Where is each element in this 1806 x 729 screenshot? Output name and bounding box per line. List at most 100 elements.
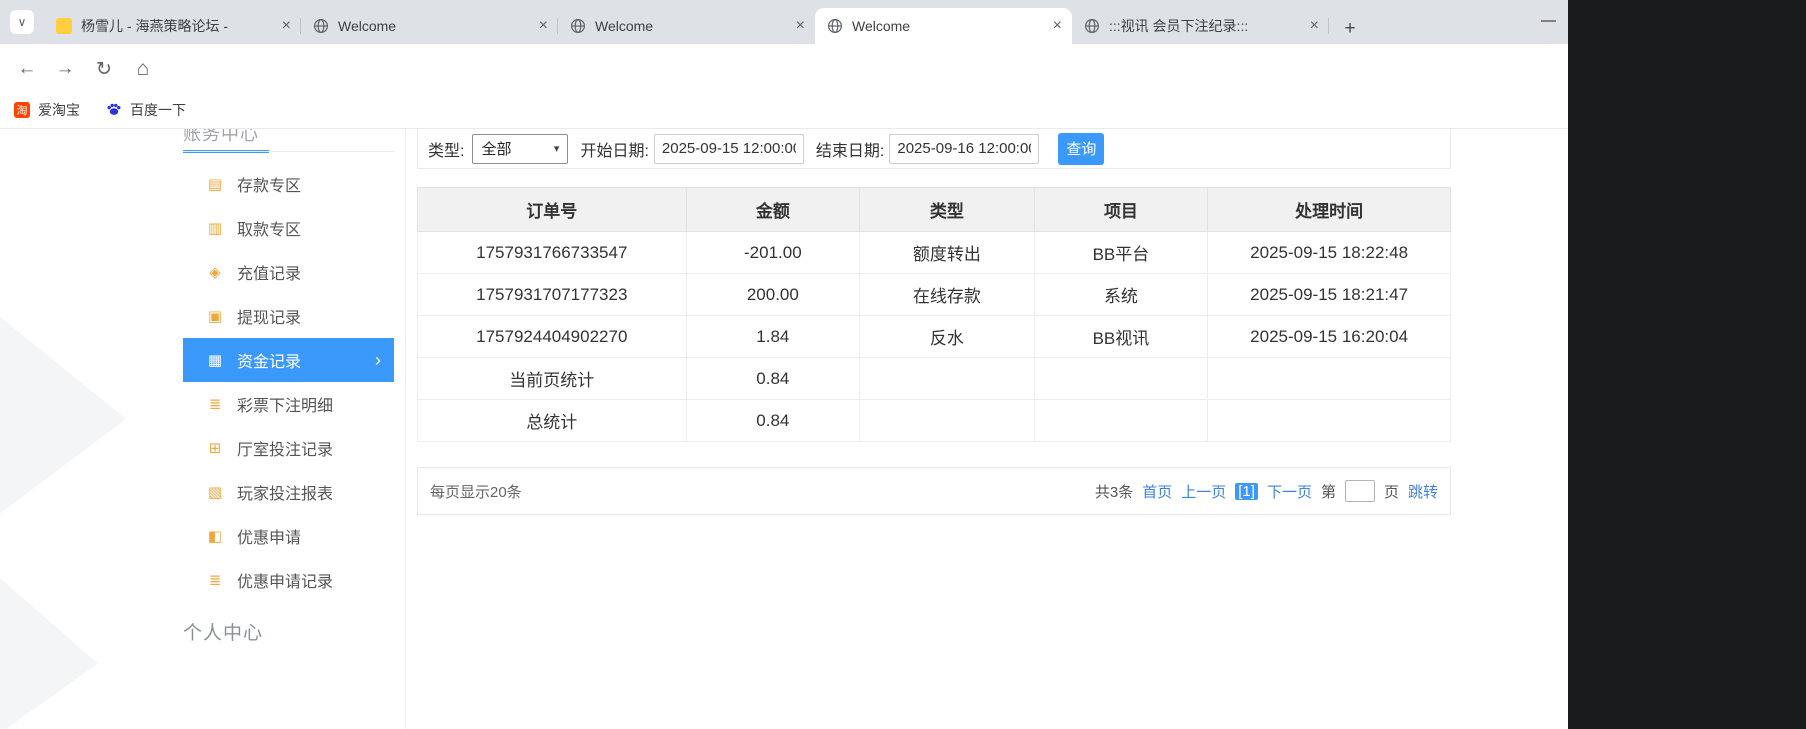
type-select[interactable]: 全部 ▾ xyxy=(472,133,569,164)
close-icon[interactable]: × xyxy=(539,17,548,35)
close-icon[interactable]: × xyxy=(1053,17,1062,35)
close-icon[interactable]: × xyxy=(796,17,805,35)
tab-betting-records[interactable]: :::视讯 会员下注纪录::: × xyxy=(1072,8,1329,44)
tab-forum[interactable]: 杨雪儿 - 海燕策略论坛 - × xyxy=(44,8,301,44)
sidebar-divider xyxy=(405,129,406,729)
page-jump-suffix: 页 xyxy=(1383,483,1399,501)
cell-item: 系统 xyxy=(1033,273,1209,316)
bookmarks-bar: 淘 爱淘宝 百度一下 xyxy=(0,92,1568,129)
start-date-label: 开始日期: xyxy=(580,142,649,160)
prev-page-link[interactable]: 上一页 xyxy=(1181,481,1226,502)
withdraw-icon: ▥ xyxy=(207,220,223,237)
sidebar-item-player-bet-report[interactable]: ▧ 玩家投注报表 xyxy=(183,470,394,514)
cell-type: 在线存款 xyxy=(859,273,1035,316)
cell-type: 反水 xyxy=(859,315,1035,358)
cell-type: 额度转出 xyxy=(859,231,1035,274)
forum-favicon-icon xyxy=(56,18,72,34)
pagination-controls: 共3条 首页 上一页 [1] 下一页 第 页 跳转 xyxy=(1095,480,1438,502)
tab-welcome-2[interactable]: Welcome × xyxy=(558,8,815,44)
caret-down-icon: ▾ xyxy=(553,143,560,155)
bookmark-taobao[interactable]: 淘 爱淘宝 xyxy=(14,100,80,120)
taobao-favicon-icon: 淘 xyxy=(14,102,30,118)
cell-order-id: 1757924404902270 xyxy=(417,315,687,358)
cell-label: 当前页统计 xyxy=(417,357,687,400)
sidebar-item-promo-apply-records[interactable]: ≣ 优惠申请记录 xyxy=(183,558,394,602)
tab-title: Welcome xyxy=(852,18,911,34)
col-header-time: 处理时间 xyxy=(1207,187,1451,232)
col-header-type: 类型 xyxy=(859,187,1035,232)
globe-icon xyxy=(827,18,843,34)
sidebar-item-cashout-records[interactable]: ▣ 提现记录 xyxy=(183,294,394,338)
tab-search-button[interactable]: ∨ xyxy=(10,10,34,34)
sidebar-item-label: 取款专区 xyxy=(237,222,302,239)
reload-button[interactable]: ↻ xyxy=(91,56,117,82)
query-button[interactable]: 查询 xyxy=(1058,132,1105,165)
next-page-link[interactable]: 下一页 xyxy=(1267,481,1312,502)
start-date-input[interactable] xyxy=(653,133,804,164)
tab-title: Welcome xyxy=(338,18,397,34)
section-title-text: 账务中心 xyxy=(183,129,259,144)
tab-list: 杨雪儿 - 海燕策略论坛 - × Welcome × Welcome × Wel… xyxy=(44,8,1365,44)
cell-empty xyxy=(1207,357,1451,400)
room-grid-icon: ⊞ xyxy=(208,440,222,457)
main-content: 类型: 全部 ▾ 开始日期: 结束日期: 查询 订单号 金额 类型 项目 xyxy=(417,129,1451,515)
col-header-order-id: 订单号 xyxy=(417,187,687,232)
chevron-right-icon: › xyxy=(375,349,381,370)
cell-amount: 0.84 xyxy=(685,357,861,400)
bookmark-baidu[interactable]: 百度一下 xyxy=(106,100,186,120)
sidebar-section-profile-title[interactable]: 个人中心 xyxy=(183,618,394,645)
sidebar-item-recharge-records[interactable]: ◈ 充值记录 xyxy=(183,250,394,294)
sidebar-item-lottery-bet-details[interactable]: ≣ 彩票下注明细 xyxy=(183,382,394,426)
table-header-row: 订单号 金额 类型 项目 处理时间 xyxy=(417,187,1451,232)
recharge-icon: ◈ xyxy=(209,264,221,281)
new-tab-button[interactable]: + xyxy=(1335,14,1365,44)
page-number-input[interactable] xyxy=(1344,480,1375,502)
cell-empty xyxy=(1207,399,1451,442)
end-date-input[interactable] xyxy=(889,133,1040,164)
sidebar-item-deposit-zone[interactable]: ▤ 存款专区 xyxy=(183,162,394,206)
cell-order-id: 1757931766733547 xyxy=(417,231,687,274)
bookmark-label: 百度一下 xyxy=(130,102,186,118)
forward-button[interactable]: → xyxy=(52,56,78,82)
current-page-indicator: [1] xyxy=(1235,482,1258,500)
sidebar-item-label: 提现记录 xyxy=(237,310,302,327)
close-icon[interactable]: × xyxy=(1310,17,1319,35)
promo-list-icon: ≣ xyxy=(208,572,222,589)
cell-empty xyxy=(1033,399,1209,442)
minimize-button[interactable]: — xyxy=(1541,12,1556,29)
sidebar-item-funds-records[interactable]: ▦ 资金记录 › xyxy=(183,338,394,382)
tab-title: Welcome xyxy=(595,18,654,34)
bookmark-label: 爱淘宝 xyxy=(38,102,80,118)
sidebar: 账务中心 ▤ 存款专区 ▥ 取款专区 ◈ 充值记录 ▣ 提现记录 ▦ 资金记录 … xyxy=(183,129,394,645)
filter-bar: 类型: 全部 ▾ 开始日期: 结束日期: 查询 xyxy=(417,129,1451,169)
home-button[interactable]: ⌂ xyxy=(130,56,156,82)
web-page: 账务中心 ▤ 存款专区 ▥ 取款专区 ◈ 充值记录 ▣ 提现记录 ▦ 资金记录 … xyxy=(0,129,1568,729)
back-button[interactable]: ← xyxy=(14,56,40,82)
deposit-icon: ▤ xyxy=(207,176,223,193)
table-row: 1757931707177323 200.00 在线存款 系统 2025-09-… xyxy=(417,273,1451,316)
first-page-link[interactable]: 首页 xyxy=(1142,481,1172,502)
table-row-grand-total: 总统计 0.84 xyxy=(417,399,1451,442)
cell-amount: -201.00 xyxy=(685,231,861,274)
tab-title: :::视讯 会员下注纪录::: xyxy=(1109,18,1249,34)
sidebar-item-room-bet-records[interactable]: ⊞ 厅室投注记录 xyxy=(183,426,394,470)
sidebar-item-promo-apply[interactable]: ◧ 优惠申请 xyxy=(183,514,394,558)
col-header-item: 项目 xyxy=(1033,187,1209,232)
close-icon[interactable]: × xyxy=(282,17,291,35)
promo-icon: ◧ xyxy=(207,528,223,545)
decor-triangle xyxy=(0,559,98,729)
cell-empty xyxy=(859,399,1035,442)
sidebar-item-label: 彩票下注明细 xyxy=(237,398,334,415)
cashout-icon: ▣ xyxy=(207,308,223,325)
tab-welcome-active[interactable]: Welcome × xyxy=(815,8,1072,44)
sidebar-item-withdraw-zone[interactable]: ▥ 取款专区 xyxy=(183,206,394,250)
cell-empty xyxy=(859,357,1035,400)
browser-window: ∨ 杨雪儿 - 海燕策略论坛 - × Welcome × Welcome × W… xyxy=(0,0,1568,729)
jump-link[interactable]: 跳转 xyxy=(1408,481,1438,502)
sidebar-item-label: 存款专区 xyxy=(237,178,302,195)
sidebar-item-label: 资金记录 xyxy=(237,354,302,371)
sidebar-section-finance-title: 账务中心 xyxy=(183,129,394,149)
tab-welcome-1[interactable]: Welcome × xyxy=(301,8,558,44)
cell-order-id: 1757931707177323 xyxy=(417,273,687,316)
sidebar-underline xyxy=(183,149,394,153)
